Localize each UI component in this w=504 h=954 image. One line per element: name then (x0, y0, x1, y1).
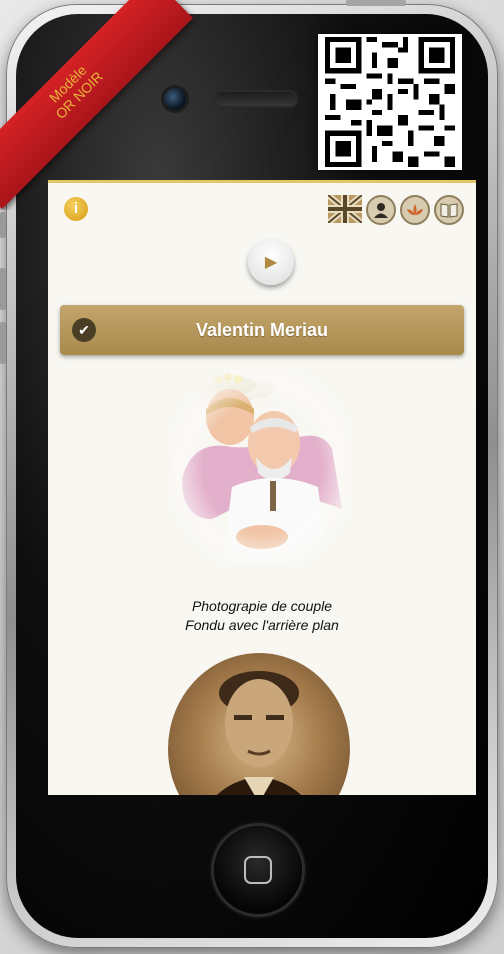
couple-photo (172, 369, 352, 565)
play-button[interactable]: ▶ (248, 239, 294, 285)
volume-down-button (0, 322, 6, 364)
qr-code (318, 34, 462, 170)
volume-up-button (0, 268, 6, 310)
person-icon[interactable] (366, 195, 396, 225)
qr-code-graphic (325, 37, 455, 167)
photo-caption: Photograpie de couple Fondu avec l'arriè… (48, 597, 476, 635)
home-button[interactable] (214, 826, 302, 914)
person-name: Valentin Meriau (195, 320, 329, 340)
book-icon[interactable] (434, 195, 464, 225)
app-screen: i ▶ ✔ Valentin Meriau Photograpie de cou… (48, 180, 476, 795)
home-square-icon (244, 856, 272, 884)
play-icon: ▶ (264, 254, 278, 271)
mute-switch (0, 212, 6, 238)
uk-flag-icon[interactable] (328, 195, 362, 223)
earpiece-speaker (214, 90, 298, 108)
power-button (346, 0, 406, 6)
caption-line1: Photograpie de couple (191, 598, 333, 614)
sepia-portrait (168, 653, 350, 795)
info-glyph: i (73, 200, 79, 217)
caption-line2: Fondu avec l'arrière plan (185, 617, 339, 633)
ribbon-line2: OR NOIR (52, 68, 106, 122)
info-icon[interactable]: i (64, 197, 88, 221)
model-ribbon: Modèle OR NOIR (0, 0, 210, 210)
top-toolbar (328, 195, 464, 225)
name-header[interactable]: ✔ Valentin Meriau (60, 305, 464, 355)
lotus-icon[interactable] (400, 195, 430, 225)
